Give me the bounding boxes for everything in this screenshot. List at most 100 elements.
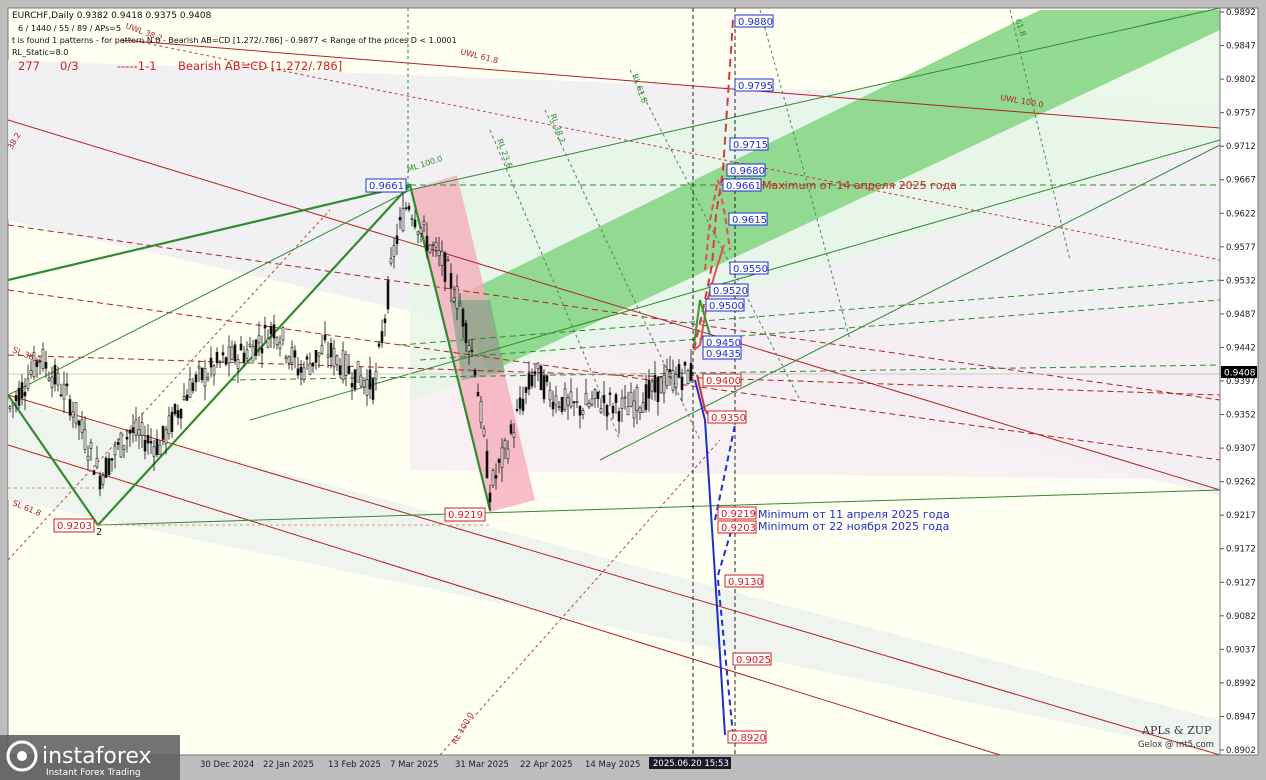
candle-body: [314, 349, 318, 363]
credit-sub: Gelox @ mt5.com: [1138, 740, 1214, 750]
candle-body: [611, 405, 615, 414]
candle-body: [494, 475, 498, 479]
candle-body: [674, 374, 678, 388]
candle-body: [416, 231, 420, 235]
y-tick-label: 0.9487: [1226, 310, 1256, 320]
y-tick-label: 0.9262: [1226, 478, 1256, 488]
candle-body: [377, 343, 381, 347]
candle-body: [464, 322, 468, 344]
candle-body: [104, 457, 108, 478]
candle-body: [152, 446, 156, 457]
candle-body: [410, 218, 414, 220]
candle-body: [71, 411, 75, 418]
candle-body: [53, 364, 57, 385]
candle-body: [332, 347, 336, 368]
symbol-line: EURCHF,Daily 0.9382 0.9418 0.9375 0.9408: [12, 11, 212, 21]
y-tick-label: 0.8947: [1226, 712, 1256, 722]
candle-body: [530, 374, 534, 387]
price-level-label: 0.9435: [706, 349, 741, 360]
candle-body: [260, 347, 264, 354]
candle-body: [428, 244, 432, 253]
x-tick-label: 22 Apr 2025: [520, 760, 573, 770]
candle-body: [161, 425, 165, 440]
chart-window: 0.9892 0.9847 0.9802 0.9757 0.9712 0.9667 0.96…: [0, 0, 1266, 780]
candle-body: [131, 427, 135, 433]
candle-body: [653, 374, 657, 393]
candle-body: [650, 381, 654, 392]
price-level-label: 0.9203: [721, 523, 756, 534]
chart-label-low1: 0.9219: [448, 510, 483, 521]
candle-body: [563, 388, 567, 410]
chart-label-low2: 0.9203: [57, 521, 92, 532]
candle-body: [182, 396, 186, 400]
candle-body: [575, 401, 579, 403]
candle-body: [74, 402, 78, 424]
candle-body: [620, 397, 624, 409]
candle-body: [224, 357, 228, 365]
candle-body: [326, 354, 330, 358]
price-level-label: 0.9680: [730, 166, 765, 177]
candle-body: [185, 394, 189, 401]
info-line-2: t is found 1 patterns - for pattern N 0 …: [12, 36, 457, 45]
y-tick-label: 0.9442: [1226, 343, 1256, 353]
y-tick-label: 0.9802: [1226, 75, 1256, 85]
y-tick-label: 0.9892: [1226, 8, 1256, 18]
candle-body: [629, 391, 633, 407]
candle-body: [245, 349, 249, 359]
candle-body: [209, 357, 213, 368]
candle-body: [533, 371, 537, 375]
price-level-label: 0.9025: [736, 655, 771, 666]
candle-body: [623, 396, 627, 399]
candle-body: [122, 445, 126, 450]
instaforex-logo: instaforex Instant Forex Trading: [0, 735, 180, 780]
candle-body: [626, 406, 630, 416]
candle-body: [65, 383, 69, 387]
candle-body: [602, 394, 606, 403]
y-tick-label: 0.9082: [1226, 612, 1256, 622]
candle-body: [227, 346, 231, 364]
candle-body: [89, 441, 93, 449]
candle-body: [218, 361, 222, 364]
candle-body: [59, 394, 63, 397]
candle-body: [272, 324, 276, 339]
candle-body: [77, 420, 81, 426]
y-tick-label: 0.8992: [1226, 679, 1256, 689]
price-chart[interactable]: 0.9892 0.9847 0.9802 0.9757 0.9712 0.9667 0.96…: [0, 0, 1266, 780]
candle-body: [335, 355, 339, 365]
candle-body: [11, 402, 15, 406]
candle-body: [569, 391, 573, 408]
candle-body: [407, 205, 411, 210]
candle-body: [149, 441, 153, 444]
candle-body: [323, 334, 327, 341]
candle-body: [419, 227, 423, 234]
candle-body: [446, 259, 450, 262]
candle-body: [80, 419, 84, 433]
candle-body: [110, 458, 114, 461]
candle-body: [581, 410, 585, 415]
candle-body: [401, 208, 405, 231]
candle-body: [302, 367, 306, 380]
candle-body: [599, 408, 603, 413]
candle-body: [179, 408, 183, 419]
candle-body: [359, 375, 363, 387]
candle-body: [194, 374, 198, 383]
candle-body: [239, 343, 243, 351]
price-level-label: 0.9219: [721, 509, 756, 520]
candle-body: [512, 432, 516, 438]
current-price-value: 0.9408: [1224, 369, 1256, 379]
candle-body: [515, 409, 519, 411]
candle-body: [338, 365, 342, 375]
candle-body: [14, 395, 18, 402]
status-pattern: Bearish AB=CD [1.272/.786]: [178, 59, 342, 73]
candle-body: [437, 250, 441, 257]
y-tick-label: 0.9622: [1226, 209, 1256, 219]
candle-body: [686, 370, 690, 384]
min-note-2: Minimum от 22 ноября 2025 года: [758, 520, 949, 533]
candle-body: [422, 221, 426, 226]
candle-body: [137, 429, 141, 436]
candle-body: [458, 302, 462, 306]
candle-body: [47, 377, 51, 381]
candle-body: [578, 406, 582, 416]
candle-body: [362, 380, 366, 388]
price-level-label: 0.9795: [738, 81, 773, 92]
